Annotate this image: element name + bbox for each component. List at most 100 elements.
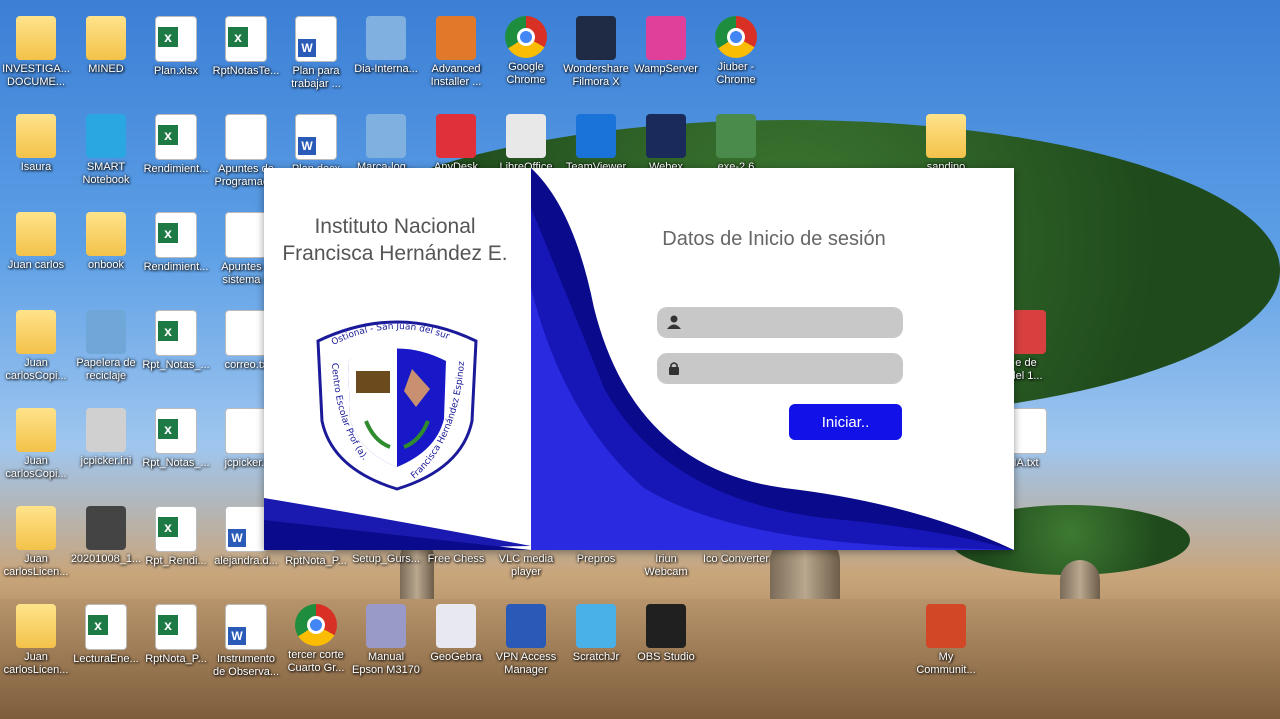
desktop-icon[interactable]: ScratchJr	[560, 598, 632, 694]
desktop-icon[interactable]: Wondershare Filmora X	[560, 10, 632, 106]
desktop-icon[interactable]: RptNota_P...	[140, 598, 212, 694]
desktop-icon[interactable]: RptNotasTe...	[210, 10, 282, 106]
desktop-icon[interactable]: INVESTIGA... DOCUME...	[0, 10, 72, 106]
anydesk-icon	[436, 114, 476, 158]
desktop-icon-label: alejandra.d...	[214, 555, 278, 567]
desktop-icon-label: Rpt_Notas_...	[142, 359, 210, 371]
desktop-icon[interactable]: GeoGebra	[420, 598, 492, 694]
user-icon	[667, 315, 681, 329]
login-title: Datos de Inicio de sesión	[662, 228, 886, 250]
word-icon	[295, 16, 337, 62]
desktop-icon[interactable]: Juan carlosLicen...	[0, 598, 72, 694]
desktop-icon-label: Rendimient...	[143, 261, 209, 273]
desktop-icon[interactable]: Plan para trabajar ...	[280, 10, 352, 106]
desktop-icon-label: Juan carlos	[7, 259, 65, 271]
desktop-icon[interactable]: Instrumento de Observa...	[210, 598, 282, 694]
desktop-icon[interactable]: WampServer	[630, 10, 702, 106]
excel-icon	[155, 506, 197, 552]
desktop-icon-label: Rpt_Rendi...	[145, 555, 207, 567]
username-input[interactable]	[687, 307, 896, 340]
folder-icon	[16, 16, 56, 60]
desktop-icon[interactable]: Rpt_Rendi...	[140, 500, 212, 596]
desktop-icon[interactable]: onbook	[70, 206, 142, 302]
desktop-icon[interactable]: Papelera de reciclaje	[70, 304, 142, 400]
desktop-icon[interactable]: Rpt_Notas_...	[140, 402, 212, 498]
desktop-icon[interactable]: VPN Access Manager	[490, 598, 562, 694]
desktop-icon-label: Juan carlosCopi...	[5, 455, 67, 480]
school-name-line1: Instituto Nacional	[314, 215, 476, 238]
username-field[interactable]	[657, 307, 903, 340]
document-icon	[225, 408, 267, 454]
folder-icon	[16, 408, 56, 452]
chrome-icon	[715, 16, 757, 58]
desktop-icon[interactable]: tercer corte Cuarto Gr...	[280, 598, 352, 694]
teamviewer-icon	[576, 114, 616, 158]
password-input[interactable]	[687, 353, 896, 386]
desktop-icon[interactable]: MINED	[70, 10, 142, 106]
desktop-icon[interactable]: Juan carlosCopi...	[0, 304, 72, 400]
desktop-icon-label: RptNotasTe...	[212, 65, 280, 77]
school-name: Instituto Nacional Francisca Hernández E…	[264, 213, 526, 267]
video-icon	[86, 506, 126, 550]
excel-icon	[155, 114, 197, 160]
folder-icon	[16, 114, 56, 158]
desktop-icon-label: Iriun Webcam	[644, 553, 688, 578]
desktop-icon-label: Rpt_Notas_...	[142, 457, 210, 469]
desktop-icon[interactable]: SMART Notebook	[70, 108, 142, 204]
desktop-icon-label: Dia-Interna...	[354, 63, 418, 75]
desktop-icon[interactable]: jcpicker.ini	[70, 402, 142, 498]
desktop-icon[interactable]: Juan carlosLicen...	[0, 500, 72, 596]
document-icon	[225, 114, 267, 160]
desktop-icon[interactable]: Rpt_Notas_...	[140, 304, 212, 400]
school-panel: Instituto Nacional Francisca Hernández E…	[264, 168, 531, 550]
desktop-icon[interactable]: Google Chrome	[490, 10, 562, 106]
desktop-icon[interactable]: Manual Epson M3170	[350, 598, 422, 694]
desktop-icon[interactable]: Rendimient...	[140, 206, 212, 302]
word-icon	[225, 604, 267, 650]
desktop-icon[interactable]: Dia-Interna...	[350, 10, 422, 106]
installer-icon	[436, 16, 476, 60]
desktop-icon-label: Juan carlosCopi...	[5, 357, 67, 382]
desktop-icon[interactable]: OBS Studio	[630, 598, 702, 694]
desktop-icon-label: Plan para trabajar ...	[291, 65, 341, 90]
desktop-icon-label: Rendimient...	[143, 163, 209, 175]
desktop-icon-label: SMART Notebook	[82, 161, 130, 186]
desktop-icon-label: INVESTIGA... DOCUME...	[2, 63, 70, 88]
excel-icon	[85, 604, 127, 650]
desktop-icon[interactable]: Advanced Installer ...	[420, 10, 492, 106]
excel-icon	[155, 310, 197, 356]
desktop-icon-label: Isaura	[20, 161, 52, 173]
obs-icon	[646, 604, 686, 648]
book-icon	[356, 371, 390, 393]
desktop-icon[interactable]: My Communit...	[910, 598, 982, 694]
desktop-icon-label: Jiuber - Chrome	[716, 61, 756, 86]
desktop-icon[interactable]: Juan carlosCopi...	[0, 402, 72, 498]
folder-icon	[926, 114, 966, 158]
school-crest-logo: Ostional - San Juan del sur Centro Escol…	[312, 311, 478, 491]
vpn-icon	[506, 604, 546, 648]
desktop-icon[interactable]: LecturaEne...	[70, 598, 142, 694]
login-button[interactable]: Iniciar..	[789, 404, 902, 440]
desktop-icon[interactable]: Plan.xlsx	[140, 10, 212, 106]
desktop-icon-label: RptNota_P...	[285, 555, 347, 567]
excel-icon	[225, 16, 267, 62]
folder-icon	[16, 310, 56, 354]
desktop-icon-label: tercer corte Cuarto Gr...	[287, 649, 345, 674]
manual-icon	[366, 604, 406, 648]
chrome-icon	[505, 16, 547, 58]
filmora-icon	[576, 16, 616, 60]
folder-icon	[16, 506, 56, 550]
libreoffice-icon	[506, 114, 546, 158]
desktop-icon-label: Google Chrome	[506, 61, 546, 86]
geogebra-icon	[436, 604, 476, 648]
desktop-icon-label: Instrumento de Observa...	[212, 653, 280, 678]
excel-icon	[155, 408, 197, 454]
desktop-icon[interactable]: Juan carlos	[0, 206, 72, 302]
desktop-icon[interactable]: 20201008_1...	[70, 500, 142, 596]
desktop-icon[interactable]: Jiuber - Chrome	[700, 10, 772, 106]
desktop-icon[interactable]: Isaura	[0, 108, 72, 204]
settings-file-icon	[86, 408, 126, 452]
wamp-icon	[646, 16, 686, 60]
desktop-icon[interactable]: Rendimient...	[140, 108, 212, 204]
password-field[interactable]	[657, 353, 903, 386]
